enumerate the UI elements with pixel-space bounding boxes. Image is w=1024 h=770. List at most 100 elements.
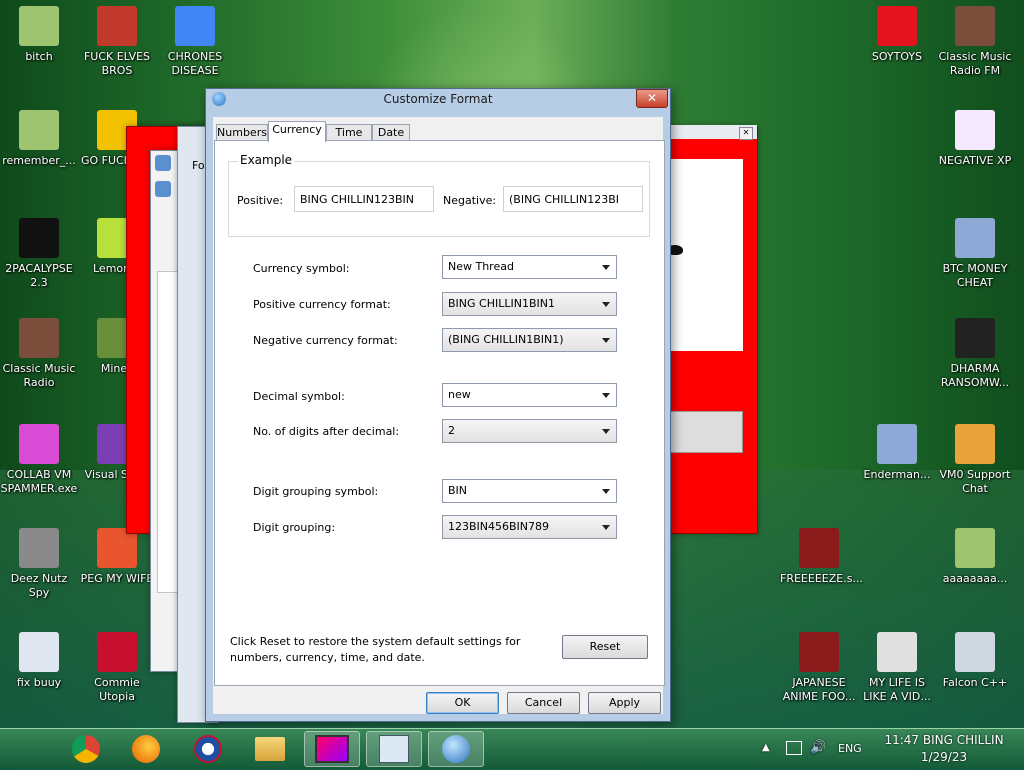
tab-currency[interactable]: Currency <box>268 121 326 142</box>
desktop-icon[interactable]: aaaaaaaa... <box>936 528 1014 586</box>
desktop-icon[interactable]: FUCK ELVES BROS <box>78 6 156 78</box>
desktop-icon[interactable]: Classic Music Radio FM <box>936 6 1014 78</box>
desktop-icon[interactable]: 2PACALYPSE 2.3 <box>0 218 78 290</box>
customize-format-dialog[interactable]: Customize Format ✕ Numbers Currency Time… <box>205 88 671 722</box>
cancel-button[interactable]: Cancel <box>507 692 580 714</box>
desktop-icon[interactable]: bitch <box>0 6 78 64</box>
desktop-icon[interactable]: Commie Utopia <box>78 632 156 704</box>
tab-numbers[interactable]: Numbers <box>216 124 268 141</box>
apply-button[interactable]: Apply <box>588 692 661 714</box>
negative-format-dropdown[interactable]: (BING CHILLIN1BIN1) <box>442 328 617 352</box>
bunny-icon <box>955 110 995 150</box>
clock-date[interactable]: 1/29/23 <box>870 750 1018 764</box>
positive-format-dropdown[interactable]: BING CHILLIN1BIN1 <box>442 292 617 316</box>
desktop-icon[interactable]: JAPANESE ANIME FOO... <box>780 632 858 704</box>
desktop-icon-label: bitch <box>25 50 53 63</box>
firefox-icon <box>132 735 160 763</box>
tab-time[interactable]: Time <box>326 124 372 141</box>
close-button[interactable]: ✕ <box>636 89 668 108</box>
desktop-icon-label: Classic Music Radio FM <box>938 50 1012 77</box>
desktop-icon-label: COLLAB VM SPAMMER.exe <box>0 468 78 495</box>
desktop-icon[interactable]: BTC MONEY CHEAT <box>936 218 1014 290</box>
negative-format-label: Negative currency format: <box>253 334 398 347</box>
desktop-icon-label: remember_... <box>2 154 76 167</box>
taskbar-collab-vm[interactable] <box>304 731 360 767</box>
chrome-icon <box>175 6 215 46</box>
example-legend: Example <box>238 153 295 167</box>
window-fragment-label: Fo <box>192 159 205 172</box>
desktop-icon[interactable]: NEGATIVE XP <box>936 110 1014 168</box>
clock-time[interactable]: 11:47 BING CHILLIN <box>870 733 1018 747</box>
chrome-icon <box>72 735 100 763</box>
flash-icon <box>799 632 839 672</box>
p-ball-icon <box>97 528 137 568</box>
grey-button[interactable] <box>667 411 743 453</box>
language-indicator[interactable]: ENG <box>838 742 862 755</box>
ok-button[interactable]: OK <box>426 692 499 714</box>
positive-format-label: Positive currency format: <box>253 298 391 311</box>
windows-stack-icon <box>19 528 59 568</box>
desktop-icon[interactable]: CHRONES DISEASE <box>156 6 234 78</box>
desktop-icon-label: SOYTOYS <box>871 50 923 63</box>
desktop-icon-label: FREEEEEZE.s... <box>780 572 863 585</box>
cmd-icon <box>19 218 59 258</box>
volume-icon[interactable]: 🔊 <box>810 740 826 755</box>
desktop-icon-label: DHARMA RANSOMW... <box>940 362 1010 389</box>
chevron-down-icon[interactable] <box>602 489 610 494</box>
desktop-icon[interactable]: Classic Music Radio <box>0 318 78 390</box>
chevron-down-icon[interactable] <box>602 338 610 343</box>
digit-grouping-symbol-value: BIN <box>448 484 468 497</box>
desktop-icon[interactable]: VM0 Support Chat <box>936 424 1014 496</box>
positive-example-box: BING CHILLIN123BIN <box>294 186 434 212</box>
calendar-icon <box>379 735 409 763</box>
desktop-icon[interactable]: MY LIFE IS LIKE A VID... <box>858 632 936 704</box>
desktop-icon[interactable]: FREEEEEZE.s... <box>780 528 863 586</box>
desktop-icon[interactable]: COLLAB VM SPAMMER.exe <box>0 424 78 496</box>
taskbar-chrome[interactable] <box>58 731 114 767</box>
taskbar-explorer[interactable] <box>242 731 298 767</box>
currency-symbol-combo[interactable]: New Thread <box>442 255 617 279</box>
desktop-icon[interactable]: Enderman... <box>858 424 936 482</box>
desktop-icon-label: Deez Nutz Spy <box>10 572 68 599</box>
desktop-icon[interactable]: PEG MY WIFE <box>78 528 156 586</box>
desktop-icon-label: 2PACALYPSE 2.3 <box>5 262 73 289</box>
digit-grouping-symbol-combo[interactable]: BIN <box>442 479 617 503</box>
show-hidden-icons[interactable]: ▲ <box>762 742 770 753</box>
desktop-icon[interactable]: Deez Nutz Spy <box>0 528 78 600</box>
reset-button[interactable]: Reset <box>562 635 648 659</box>
chevron-down-icon[interactable] <box>602 302 610 307</box>
desktop-icon[interactable]: SOYTOYS <box>858 6 936 64</box>
digit-grouping-dropdown[interactable]: 123BIN456BIN789 <box>442 515 617 539</box>
positive-label: Positive: <box>237 194 284 207</box>
skull-icon <box>955 318 995 358</box>
gamepad-icon <box>877 632 917 672</box>
monitor-icon <box>315 735 349 763</box>
portrait-icon <box>955 6 995 46</box>
desktop-icon-label: BTC MONEY CHEAT <box>942 262 1008 289</box>
chevron-down-icon[interactable] <box>602 525 610 530</box>
taskbar-firefox[interactable] <box>118 731 174 767</box>
decimal-symbol-combo[interactable]: new <box>442 383 617 407</box>
tab-date[interactable]: Date <box>372 124 410 141</box>
dialog-titlebar[interactable]: Customize Format ✕ <box>206 89 670 111</box>
chevron-down-icon[interactable] <box>602 393 610 398</box>
desktop-icon[interactable]: Falcon C++ <box>936 632 1014 690</box>
start-button[interactable] <box>0 731 56 767</box>
folder-icon <box>19 110 59 150</box>
desktop-icon[interactable]: DHARMA RANSOMW... <box>936 318 1014 390</box>
desktop-icon-label: CHRONES DISEASE <box>167 50 223 77</box>
digits-after-decimal-dropdown[interactable]: 2 <box>442 419 617 443</box>
desktop-icon[interactable]: fix buuy <box>0 632 78 690</box>
close-icon[interactable]: ✕ <box>739 127 753 140</box>
network-icon[interactable] <box>786 741 802 755</box>
folder-icon <box>255 737 285 761</box>
taskbar-obama[interactable] <box>180 731 236 767</box>
portrait-icon <box>19 318 59 358</box>
chevron-down-icon[interactable] <box>602 429 610 434</box>
santa-icon <box>97 6 137 46</box>
taskbar-control-panel[interactable] <box>366 731 422 767</box>
taskbar-region-settings[interactable] <box>428 731 484 767</box>
flash-icon <box>799 528 839 568</box>
chevron-down-icon[interactable] <box>602 265 610 270</box>
desktop-icon[interactable]: remember_... <box>0 110 78 168</box>
